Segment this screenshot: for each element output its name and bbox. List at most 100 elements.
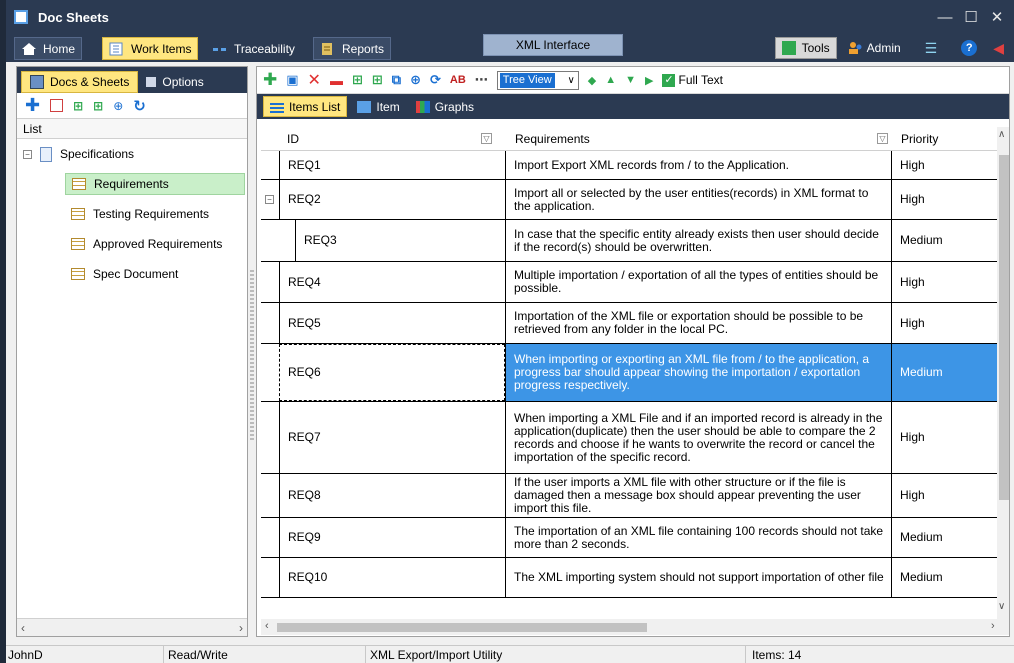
cell-requirement[interactable]: Multiple importation / exportation of al… [505, 262, 891, 302]
full-text-checkbox[interactable]: ✓ Full Text [662, 73, 723, 87]
cell-priority[interactable]: High [891, 151, 1001, 179]
app-icon [14, 10, 28, 24]
move-right-icon[interactable]: ▶ [645, 74, 653, 87]
admin-button[interactable]: Admin [847, 41, 901, 55]
list-settings-icon[interactable]: ☰ [925, 40, 938, 57]
table-row[interactable]: − REQ2 Import all or selected by the use… [261, 180, 1001, 220]
sheet-icon [71, 208, 85, 220]
tab-items-list[interactable]: Items List [263, 96, 348, 117]
tree-node-spec-document[interactable]: Spec Document [65, 263, 178, 285]
save-icon[interactable]: ▣ [286, 72, 298, 88]
cell-requirement[interactable]: If the user imports a XML file with othe… [505, 474, 891, 517]
exit-icon[interactable]: ◀ [993, 40, 1004, 57]
scroll-down-icon[interactable]: ∨ [998, 601, 1005, 612]
cell-requirement[interactable]: When importing or exporting an XML file … [505, 344, 891, 401]
cell-priority[interactable]: High [891, 262, 1001, 302]
table-row[interactable]: REQ3 In case that the specific entity al… [261, 220, 1001, 262]
zoom-icon[interactable]: ⊕ [113, 99, 123, 113]
add-sibling-icon[interactable]: ⊞ [93, 99, 103, 113]
close-button[interactable]: ✕ [984, 8, 1010, 26]
cell-priority[interactable]: Medium [891, 518, 1001, 557]
table-row[interactable]: REQ9 The importation of an XML file cont… [261, 518, 1001, 558]
view-mode-select[interactable]: Tree View ∨ [496, 70, 579, 90]
spellcheck-icon[interactable]: AB [450, 74, 466, 86]
maximize-button[interactable]: ☐ [958, 8, 984, 26]
left-horizontal-scrollbar[interactable]: ‹ › [17, 618, 247, 636]
context-tab-xml-interface[interactable]: XML Interface [483, 34, 623, 56]
window-title: Doc Sheets [38, 9, 109, 25]
table-row[interactable]: REQ4 Multiple importation / exportation … [261, 262, 1001, 303]
copy-icon[interactable]: ⧉ [392, 72, 401, 88]
tree-node-testing-requirements[interactable]: Testing Requirements [65, 203, 209, 225]
table-row[interactable]: REQ8 If the user imports a XML file with… [261, 474, 1001, 518]
cell-requirement[interactable]: Import all or selected by the user entit… [505, 180, 891, 219]
panel-splitter[interactable] [250, 270, 254, 440]
cell-priority[interactable]: High [891, 402, 1001, 473]
column-header-id[interactable]: ID [279, 127, 299, 151]
scroll-right-icon[interactable]: › [239, 621, 243, 635]
collapse-icon[interactable]: − [23, 149, 32, 159]
move-left-icon[interactable]: ◆ [588, 74, 596, 87]
cell-priority[interactable]: Medium [891, 558, 1001, 597]
tree-node-specifications[interactable]: − Specifications [23, 143, 134, 165]
collapse-icon[interactable]: − [265, 195, 274, 204]
help-icon[interactable]: ? [961, 40, 978, 56]
remove-icon[interactable]: ▬ [330, 73, 343, 88]
cell-priority[interactable]: High [891, 303, 1001, 343]
filter-icon[interactable]: ▽ [877, 133, 888, 144]
table-row-selected[interactable]: REQ6 When importing or exporting an XML … [261, 344, 1001, 402]
delete-icon[interactable]: ✕ [308, 70, 321, 90]
cell-requirement[interactable]: In case that the specific entity already… [505, 220, 891, 261]
sync-icon[interactable]: ⟳ [430, 72, 441, 88]
column-header-requirements[interactable]: Requirements [507, 127, 590, 151]
more-icon[interactable]: ⋯ [475, 72, 488, 88]
table-row[interactable]: REQ5 Importation of the XML file or expo… [261, 303, 1001, 344]
column-header-priority[interactable]: Priority [893, 127, 938, 151]
cell-priority[interactable]: Medium [891, 344, 1001, 401]
edit-icon[interactable] [50, 99, 64, 112]
table-row[interactable]: REQ10 The XML importing system should no… [261, 558, 1001, 598]
tab-item[interactable]: Item [351, 96, 405, 117]
scroll-left-icon[interactable]: ‹ [265, 620, 269, 632]
tab-graphs[interactable]: Graphs [410, 96, 480, 117]
tab-reports[interactable]: Reports [313, 37, 392, 60]
tab-work-items[interactable]: Work Items [102, 37, 199, 60]
add-item-icon[interactable]: ✚ [263, 70, 277, 90]
add-child-item-icon[interactable]: ⊞ [352, 72, 363, 88]
tab-options[interactable]: Options [138, 71, 211, 93]
tools-button[interactable]: Tools [774, 37, 837, 59]
cell-requirement[interactable]: The importation of an XML file containin… [505, 518, 891, 557]
scrollbar-thumb[interactable] [277, 623, 647, 632]
tab-traceability[interactable]: Traceability [206, 37, 301, 60]
cell-id: REQ3 [295, 220, 505, 261]
scroll-left-icon[interactable]: ‹ [21, 621, 25, 635]
scroll-up-icon[interactable]: ∧ [998, 129, 1005, 140]
cell-requirement[interactable]: Importation of the XML file or exportati… [505, 303, 891, 343]
scroll-right-icon[interactable]: › [991, 620, 995, 632]
admin-label: Admin [866, 41, 901, 55]
cell-requirement[interactable]: The XML importing system should not supp… [505, 558, 891, 597]
tree-node-approved-requirements[interactable]: Approved Requirements [65, 233, 222, 255]
tab-docs-sheets[interactable]: Docs & Sheets [21, 71, 139, 93]
minimize-button[interactable]: — [932, 9, 958, 26]
tab-home[interactable]: Home [14, 37, 83, 60]
add-sibling-item-icon[interactable]: ⊞ [372, 72, 383, 88]
horizontal-scrollbar[interactable]: ‹ › [261, 619, 1009, 635]
move-down-icon[interactable]: ▼ [625, 74, 636, 86]
filter-icon[interactable]: ▽ [481, 133, 492, 144]
cell-requirement[interactable]: Import Export XML records from / to the … [505, 151, 891, 179]
add-icon[interactable]: ✚ [25, 95, 40, 116]
move-up-icon[interactable]: ▲ [605, 74, 616, 86]
refresh-icon[interactable]: ↻ [133, 97, 146, 115]
add-child-icon[interactable]: ⊞ [73, 99, 83, 113]
table-row[interactable]: REQ1 Import Export XML records from / to… [261, 151, 1001, 180]
cell-priority[interactable]: High [891, 180, 1001, 219]
cell-priority[interactable]: Medium [891, 220, 1001, 261]
cell-priority[interactable]: High [891, 474, 1001, 517]
search-icon[interactable]: ⊕ [410, 72, 421, 88]
scrollbar-thumb[interactable] [999, 155, 1009, 500]
cell-requirement[interactable]: When importing a XML File and if an impo… [505, 402, 891, 473]
table-row[interactable]: REQ7 When importing a XML File and if an… [261, 402, 1001, 474]
vertical-scrollbar[interactable]: ∧ ∨ [997, 127, 1009, 619]
tree-node-requirements[interactable]: Requirements [65, 173, 245, 195]
